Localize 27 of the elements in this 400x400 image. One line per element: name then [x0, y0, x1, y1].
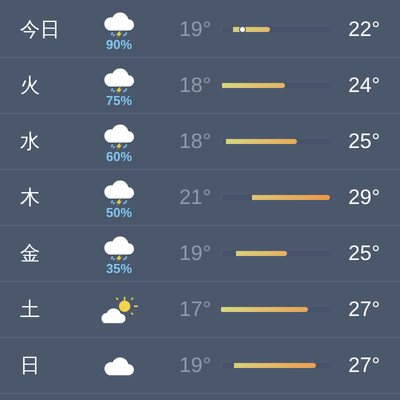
precipitation-chance: 60% — [106, 150, 132, 163]
low-temperature: 19° — [178, 352, 211, 379]
precipitation-chance: 35% — [106, 262, 132, 275]
low-temperature: 21° — [178, 184, 211, 211]
high-temperature: 24° — [347, 72, 380, 99]
low-temperature: 18° — [178, 128, 211, 155]
day-label: 今日 — [20, 18, 61, 42]
high-temperature: 25° — [347, 240, 380, 267]
high-temperature: 29° — [347, 184, 380, 211]
precipitation-chance: 90% — [106, 38, 132, 51]
high-temperature: 25° — [347, 128, 380, 155]
partly-sunny-icon — [99, 294, 139, 324]
high-temperature: 27° — [347, 296, 380, 323]
day-label: 日 — [20, 354, 41, 378]
low-temperature: 19° — [178, 240, 211, 267]
day-label: 水 — [20, 130, 41, 154]
day-label: 金 — [20, 242, 41, 266]
low-temperature: 18° — [178, 72, 211, 99]
day-label: 木 — [20, 186, 41, 210]
precipitation-chance: 50% — [106, 206, 132, 219]
high-temperature: 27° — [347, 352, 380, 379]
low-temperature: 17° — [178, 296, 211, 323]
precipitation-chance: 75% — [106, 94, 132, 107]
low-temperature: 19° — [178, 16, 211, 43]
day-label: 火 — [20, 74, 41, 98]
high-temperature: 22° — [347, 16, 380, 43]
day-label: 土 — [20, 298, 41, 322]
